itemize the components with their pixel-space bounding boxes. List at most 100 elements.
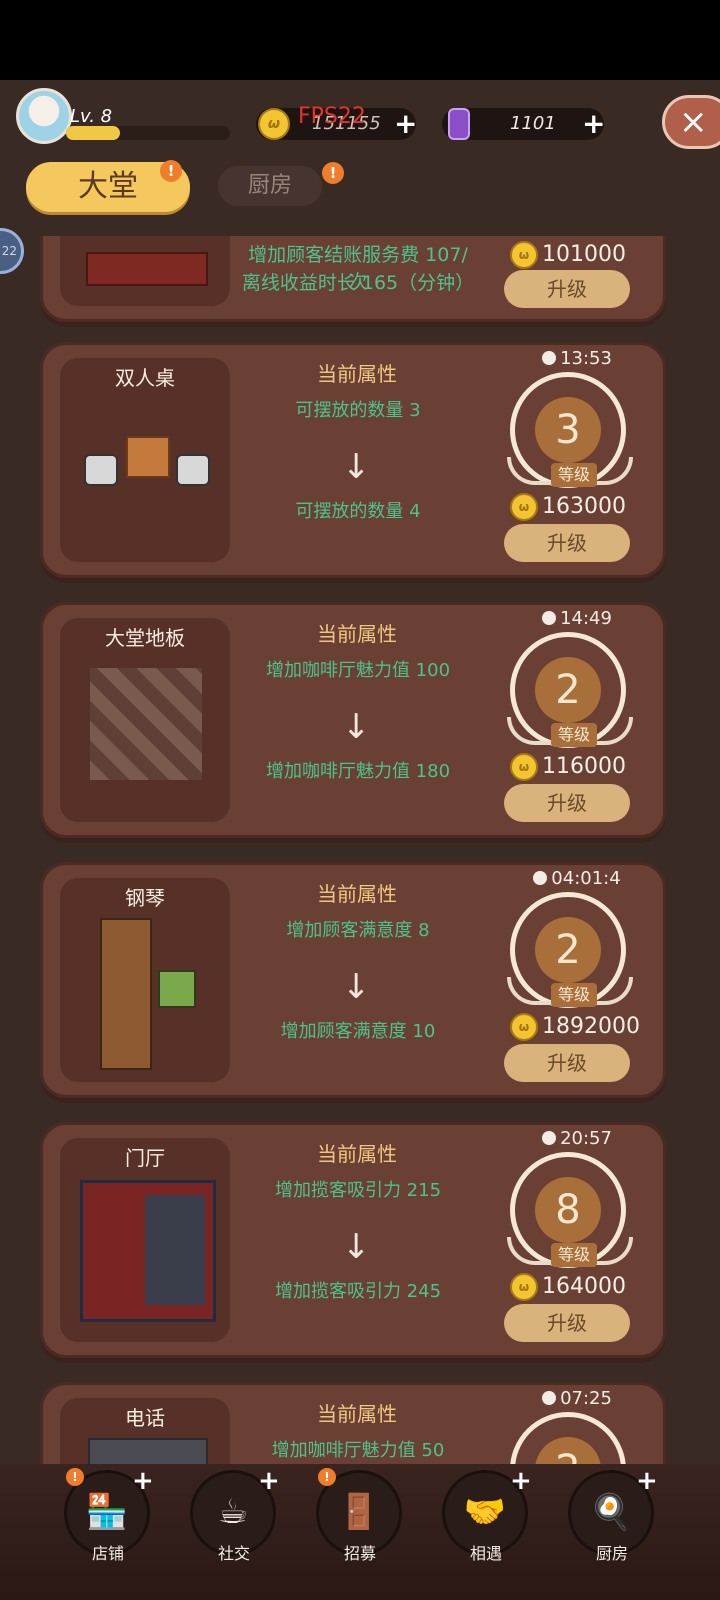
- item-thumbnail: [60, 236, 230, 306]
- add-gold-button[interactable]: +: [394, 110, 417, 138]
- attr-current: 增加顾客满意度 8: [286, 920, 430, 941]
- price-value: 163000: [542, 494, 626, 519]
- upgrade-button[interactable]: 升级: [504, 1044, 630, 1082]
- chair-image: [176, 454, 210, 486]
- level-label: 等级: [551, 723, 597, 747]
- stool-image: [158, 970, 196, 1008]
- clock-icon: [542, 1131, 557, 1145]
- level-label: 等级: [551, 983, 597, 1007]
- price-value: 101000: [542, 242, 626, 267]
- upgrade-timer: 13:53: [520, 348, 634, 369]
- arrow-down-icon: ↓: [342, 447, 371, 487]
- card-lobby-floor: 大堂地板 当前属性 增加咖啡厅魅力值 100 ↓ 增加咖啡厅魅力值 180 14…: [40, 602, 666, 838]
- attr-current: 增加揽客吸引力 215: [274, 1180, 442, 1201]
- card-piano: 钢琴 当前属性 增加顾客满意度 8 ↓ 增加顾客满意度 10 04:01:4 2…: [40, 862, 666, 1098]
- arrow-down-icon: ↓: [342, 967, 371, 1007]
- arrow-down-icon: ↓: [342, 1227, 371, 1267]
- close-button[interactable]: ×: [662, 95, 720, 149]
- upgrade-button[interactable]: 升级: [504, 524, 630, 562]
- nav-social[interactable]: ☕ + 社交: [188, 1464, 280, 1564]
- kitchen-alert-badge: !: [322, 162, 344, 184]
- price: ω 164000: [510, 1272, 626, 1302]
- nav-label: 社交: [217, 1544, 250, 1563]
- item-image: [86, 252, 208, 286]
- attr-title: 当前属性: [317, 1142, 397, 1166]
- plus-icon: +: [636, 1466, 658, 1496]
- card-double-table: 双人桌 当前属性 可摆放的数量 3 ↓ 可摆放的数量 4 13:53 3 等级 …: [40, 342, 666, 578]
- card-partial: 增加顾客结账服务费 107/次 离线收益时长 165（分钟） ω 101000 升…: [40, 236, 666, 322]
- timer-value: 07:25: [560, 1388, 612, 1409]
- level-ring: 2 等级: [507, 892, 633, 1008]
- nav-kitchen[interactable]: 🍳 + 厨房: [566, 1464, 658, 1564]
- attr-title: 当前属性: [317, 882, 397, 906]
- fps-overlay: FPS22: [298, 104, 366, 129]
- level-ring: 2: [510, 1412, 626, 1464]
- gem-amount: 1101: [510, 113, 556, 134]
- attr-next: 增加咖啡厅魅力值 180: [265, 761, 451, 782]
- price: ω 116000: [510, 752, 626, 782]
- attr-title: 当前属性: [317, 1402, 397, 1426]
- coin-icon: ω: [258, 108, 290, 140]
- item-name: 双人桌: [115, 366, 175, 390]
- telephone-image: [88, 1438, 208, 1464]
- plus-icon: +: [132, 1466, 154, 1496]
- level-value: 8: [535, 1177, 601, 1243]
- coin-icon: ω: [510, 1013, 538, 1041]
- attr-title: 当前属性: [317, 622, 397, 646]
- attr-next: 增加顾客满意度 10: [280, 1021, 436, 1042]
- card-foyer: 门厅 当前属性 增加揽客吸引力 215 ↓ 增加揽客吸引力 245 20:57 …: [40, 1122, 666, 1358]
- timer-value: 20:57: [560, 1128, 612, 1149]
- nav-label: 店铺: [91, 1544, 124, 1563]
- attr-title: 当前属性: [317, 362, 397, 386]
- coin-icon: ω: [510, 493, 538, 521]
- price: ω 1892000: [510, 1012, 640, 1042]
- bottom-nav: 🏪 ! + 店铺 ☕ + 社交 🚪 ! 招募 🤝 + 相遇 🍳 + 厨房: [0, 1464, 720, 1600]
- item-name: 大堂地板: [105, 626, 185, 650]
- coin-icon: ω: [510, 1273, 538, 1301]
- price-value: 164000: [542, 1274, 626, 1299]
- nav-shop[interactable]: 🏪 ! + 店铺: [62, 1464, 154, 1564]
- clock-icon: [542, 1391, 557, 1405]
- foyer-window: [145, 1195, 205, 1305]
- timer-value: 13:53: [560, 348, 612, 369]
- timer-value: 14:49: [560, 608, 612, 629]
- level-ring: 3 等级: [507, 372, 633, 488]
- chair-image: [84, 454, 118, 486]
- add-gems-button[interactable]: +: [582, 110, 605, 138]
- item-name: 门厅: [125, 1146, 165, 1170]
- upgrade-timer: 20:57: [520, 1128, 634, 1149]
- coin-icon: ω: [510, 241, 538, 269]
- player-avatar[interactable]: [16, 88, 72, 144]
- level-ring: 2 等级: [507, 632, 633, 748]
- gem-icon: [448, 108, 470, 140]
- clock-icon: [542, 351, 557, 365]
- attr-next: 可摆放的数量 4: [295, 501, 421, 522]
- floor-image: [90, 668, 202, 780]
- attr-current: 增加咖啡厅魅力值 100: [265, 660, 451, 681]
- upgrade-button[interactable]: 升级: [504, 1304, 630, 1342]
- clock-icon: [533, 871, 548, 885]
- tab-kitchen[interactable]: 厨房: [218, 166, 322, 206]
- nav-label: 相遇: [469, 1544, 502, 1563]
- attr-current: 增加咖啡厅魅力值 50: [271, 1440, 445, 1461]
- level-label: 等级: [551, 463, 597, 487]
- upgrade-button[interactable]: 升级: [504, 784, 630, 822]
- nav-encounter[interactable]: 🤝 + 相遇: [440, 1464, 532, 1564]
- coin-icon: ω: [510, 753, 538, 781]
- upgrade-timer: 07:25: [520, 1388, 634, 1409]
- level-ring: 8 等级: [507, 1152, 633, 1268]
- shop-alert-badge: !: [66, 1468, 84, 1486]
- player-level: Lv. 8: [70, 106, 113, 127]
- gem-counter: 1101 +: [442, 108, 605, 140]
- price: ω 101000: [510, 240, 626, 270]
- nav-recruit[interactable]: 🚪 ! 招募: [314, 1464, 406, 1564]
- attr-next: 增加揽客吸引力 245: [274, 1281, 442, 1302]
- upgrade-list[interactable]: 增加顾客结账服务费 107/次 离线收益时长 165（分钟） ω 101000 升…: [0, 236, 720, 1464]
- item-name: 电话: [125, 1406, 165, 1430]
- attr-current: 可摆放的数量 3: [295, 400, 421, 421]
- price: ω 163000: [510, 492, 626, 522]
- upgrade-timer: 04:01:4: [520, 868, 634, 889]
- upgrade-button[interactable]: 升级: [504, 270, 630, 308]
- item-name: 钢琴: [125, 886, 165, 910]
- plus-icon: +: [258, 1466, 280, 1496]
